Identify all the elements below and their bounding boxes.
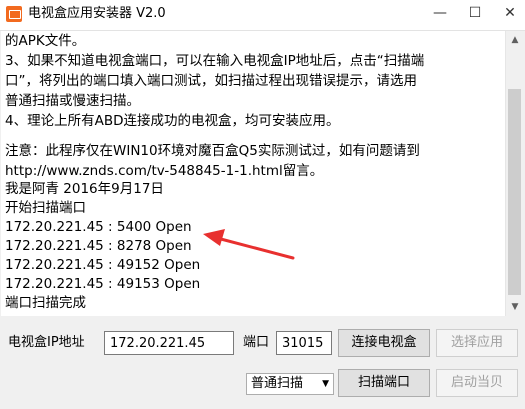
log-line: 普通扫描或慢速扫描。 [5, 93, 140, 109]
close-button[interactable]: ✕ [495, 0, 525, 28]
log-line: 口”，将列出的端口填入端口测试，如扫描过程出现错误提示，请选用 [5, 73, 417, 89]
maximize-button[interactable]: ☐ [460, 0, 490, 28]
launch-dangbei-button[interactable]: 启动当贝 [436, 369, 518, 397]
log-scrollbar[interactable]: ▲ ▼ [505, 31, 524, 316]
ip-address-input[interactable] [104, 331, 234, 355]
ip-address-label: 电视盒IP地址 [8, 335, 85, 350]
chevron-down-icon: ▼ [322, 379, 329, 389]
arrow-head [203, 229, 225, 246]
log-line: 注意：此程序仅在WIN10环境对魔百盒Q5实际测试过，如有问题请到 [5, 143, 420, 159]
tv-box-app-icon [6, 6, 22, 22]
log-line: 3、如果不知道电视盒端口，可以在输入电视盒IP地址后，点击“扫描端 [5, 53, 425, 69]
window-title: 电视盒应用安装器 V2.0 [28, 6, 166, 21]
log-line: 172.20.221.45 : 49152 Open [5, 257, 201, 273]
log-line: 我是阿青 2016年9月17日 [5, 181, 164, 197]
title-bar: 电视盒应用安装器 V2.0 — ☐ ✕ [0, 0, 525, 31]
log-line: 172.20.221.45 : 8278 Open [5, 238, 192, 254]
scan-mode-value: 普通扫描 [251, 376, 304, 391]
log-line: 4、理论上所有ABD连接成功的电视盒，均可安装应用。 [5, 113, 340, 129]
port-input[interactable] [276, 331, 332, 355]
select-app-button[interactable]: 选择应用 [436, 329, 518, 357]
log-output[interactable]: 的APK文件。 3、如果不知道电视盒端口，可以在输入电视盒IP地址后，点击“扫描… [1, 31, 505, 316]
scan-mode-select[interactable]: 普通扫描 ▼ [246, 373, 334, 395]
minimize-button[interactable]: — [425, 0, 455, 28]
log-line: 的APK文件。 [5, 33, 86, 49]
scroll-up-arrow-icon[interactable]: ▲ [506, 31, 524, 49]
log-line: 端口扫描完成 [5, 295, 86, 311]
log-line: 172.20.221.45 : 5400 Open [5, 219, 192, 235]
log-line: 开始扫描端口 [5, 200, 86, 216]
scroll-thumb[interactable] [508, 89, 521, 295]
log-line: http://www.znds.com/tv-548845-1-1.html留言… [5, 163, 324, 179]
arrow-shaft [215, 236, 295, 260]
red-annotation-arrow-icon [203, 229, 295, 260]
scan-ports-button[interactable]: 扫描端口 [338, 369, 430, 397]
connect-tv-box-button[interactable]: 连接电视盒 [338, 329, 430, 357]
log-line: 172.20.221.45 : 49153 Open [5, 276, 201, 292]
scroll-down-arrow-icon[interactable]: ▼ [506, 298, 524, 316]
port-label: 端口 [243, 335, 270, 350]
